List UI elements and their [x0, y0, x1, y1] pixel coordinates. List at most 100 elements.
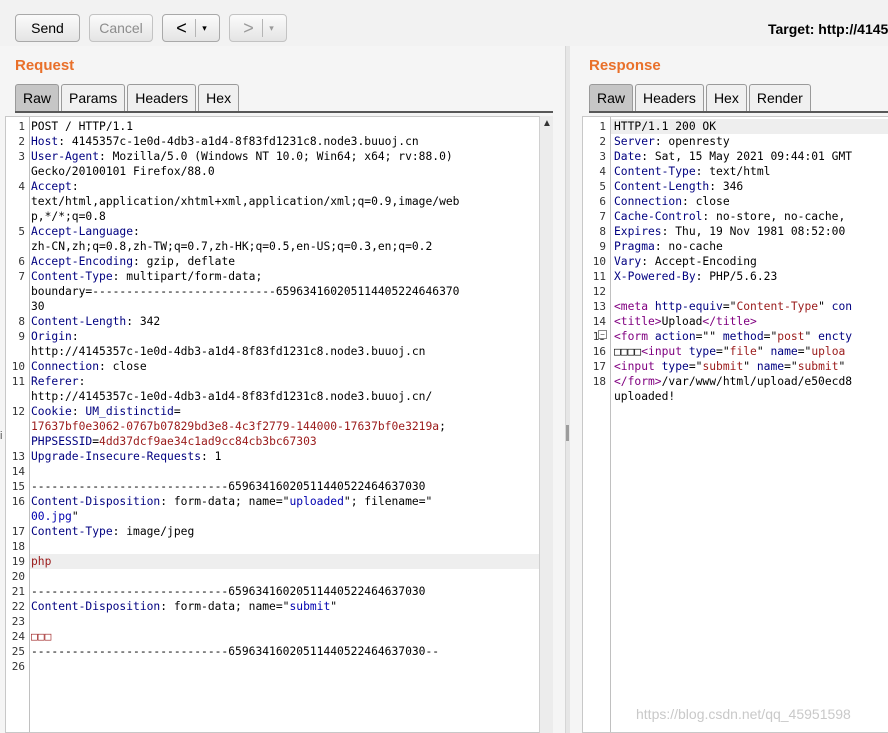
code-line: </form>/var/www/html/upload/e50ecd8	[614, 374, 852, 389]
send-button[interactable]: Send	[15, 14, 80, 42]
code-line: □□□	[31, 629, 459, 644]
code-line: Content-Length: 346	[614, 179, 852, 194]
code-line: Content-Type: multipart/form-data;	[31, 269, 459, 284]
code-line: Vary: Accept-Encoding	[614, 254, 852, 269]
code-token: Accept-Language	[31, 225, 134, 238]
code-line: text/html,application/xhtml+xml,applicat…	[31, 194, 459, 209]
code-token: con	[831, 300, 853, 313]
line-number: 24	[11, 630, 25, 643]
tab-raw[interactable]: Raw	[15, 84, 60, 112]
code-token: ;	[439, 420, 446, 433]
chevron-down-icon[interactable]: ▾	[263, 23, 281, 34]
line-number: 23	[11, 615, 25, 628]
code-line: User-Agent: Mozilla/5.0 (Windows NT 10.0…	[31, 149, 459, 164]
code-line: p,*/*;q=0.8	[31, 209, 459, 224]
line-number: 17	[592, 360, 606, 373]
pane-splitter[interactable]	[565, 46, 570, 733]
code-token: uploa	[811, 345, 846, 358]
response-raw-text[interactable]: HTTP/1.1 200 OK Server: openresty Date: Sa…	[614, 119, 852, 404]
code-token: : Mozilla/5.0 (Windows NT 10.0; Win64; x…	[99, 150, 453, 163]
code-token: <input	[641, 345, 689, 358]
line-number: 16	[11, 495, 25, 508]
code-token: Gecko/20100101 Firefox/88.0	[31, 165, 215, 178]
code-token: "	[756, 345, 771, 358]
line-number: 1	[599, 120, 606, 133]
tab-hex[interactable]: Hex	[198, 84, 240, 112]
code-token: <meta	[614, 300, 655, 313]
cancel-label: Cancel	[99, 20, 143, 36]
code-token: Upgrade-Insecure-Requests	[31, 450, 202, 463]
code-token: Content-Type	[736, 300, 819, 313]
code-token: submit	[797, 360, 839, 373]
cancel-button[interactable]: Cancel	[89, 14, 153, 42]
tab-headers[interactable]: Headers	[127, 84, 197, 112]
line-number: 13	[592, 300, 606, 313]
code-token: PHPSESSID	[31, 435, 93, 448]
fold-toggle-icon[interactable]: −	[598, 330, 607, 339]
code-line: Referer:	[31, 374, 459, 389]
code-token: =	[173, 405, 181, 418]
code-token: =	[92, 435, 100, 448]
request-scrollbar[interactable]: ▲	[539, 116, 553, 733]
code-token: file	[729, 345, 757, 358]
code-line: Accept:	[31, 179, 459, 194]
line-number: 7	[599, 210, 606, 223]
line-number: 10	[11, 360, 25, 373]
target-label[interactable]: Target: http://41453	[768, 21, 888, 37]
tab-headers[interactable]: Headers	[635, 84, 704, 112]
request-raw-text[interactable]: POST / HTTP/1.1 Host: 4145357c-1e0d-4db3-…	[31, 119, 459, 674]
response-line-numbers: 123456789101112131415161718	[583, 117, 611, 732]
tab-raw[interactable]: Raw	[589, 84, 634, 112]
code-token: "	[838, 360, 846, 373]
code-token: UM_distinctid	[85, 405, 174, 418]
code-line: 00.jpg"	[31, 509, 459, 524]
response-editor[interactable]: 123456789101112131415161718 HTTP/1.1 200…	[582, 116, 888, 733]
code-token: :	[71, 180, 79, 193]
code-line: http://4145357c-1e0d-4db3-a1d4-8f83fd123…	[31, 389, 459, 404]
code-token: Server	[614, 135, 655, 148]
line-number: 19	[11, 555, 25, 568]
tab-render[interactable]: Render	[748, 84, 811, 112]
line-number: 4	[599, 165, 606, 178]
code-token: Accept-Encoding	[31, 255, 134, 268]
code-line: Content-Disposition: form-data; name="su…	[31, 599, 459, 614]
code-line: Accept-Language:	[31, 224, 459, 239]
code-line: 17637bf0e3062-0767b07829bd3e8-4c3f2779-1…	[31, 419, 459, 434]
code-token: : Accept-Encoding	[641, 255, 757, 268]
code-token: Host	[31, 135, 59, 148]
code-line: Date: Sat, 15 May 2021 09:44:01 GMT	[614, 149, 852, 164]
splitter-grip-icon[interactable]	[566, 425, 569, 441]
tab-params[interactable]: Params	[61, 84, 126, 112]
code-token: "; filename="	[343, 495, 433, 508]
request-tab-underline	[15, 111, 553, 113]
line-number: 10	[592, 255, 606, 268]
request-editor[interactable]: 1 2 3 4 5 6 7 8 9 10 11 12 13 14 15 16 17 18 19 20 21 22 23 24 2…	[5, 116, 540, 733]
back-button[interactable]: < ▾	[162, 14, 220, 42]
code-token: -----------------------------65963416020…	[31, 480, 426, 493]
code-token: :	[78, 375, 86, 388]
code-token: php	[31, 555, 52, 568]
code-line: <form action="" method="post" encty	[614, 329, 852, 344]
code-token: http-equiv	[654, 300, 723, 313]
code-line: php	[31, 554, 459, 569]
code-line: Content-Disposition: form-data; name="up…	[31, 494, 459, 509]
code-token: "	[818, 300, 832, 313]
line-number: 6	[18, 255, 25, 268]
code-token: <form	[614, 330, 655, 343]
line-number: 18	[592, 375, 606, 388]
line-number: 11	[592, 270, 606, 283]
forward-button[interactable]: > ▾	[229, 14, 287, 42]
code-token: □□□□	[614, 345, 642, 358]
line-number: 22	[11, 600, 25, 613]
scroll-up-arrow-icon[interactable]: ▲	[540, 118, 554, 129]
code-line: Server: openresty	[614, 134, 852, 149]
chevron-down-icon[interactable]: ▾	[196, 23, 214, 34]
tab-hex[interactable]: Hex	[705, 84, 747, 112]
code-line: uploaded!	[614, 389, 852, 404]
code-token: ="	[784, 360, 798, 373]
